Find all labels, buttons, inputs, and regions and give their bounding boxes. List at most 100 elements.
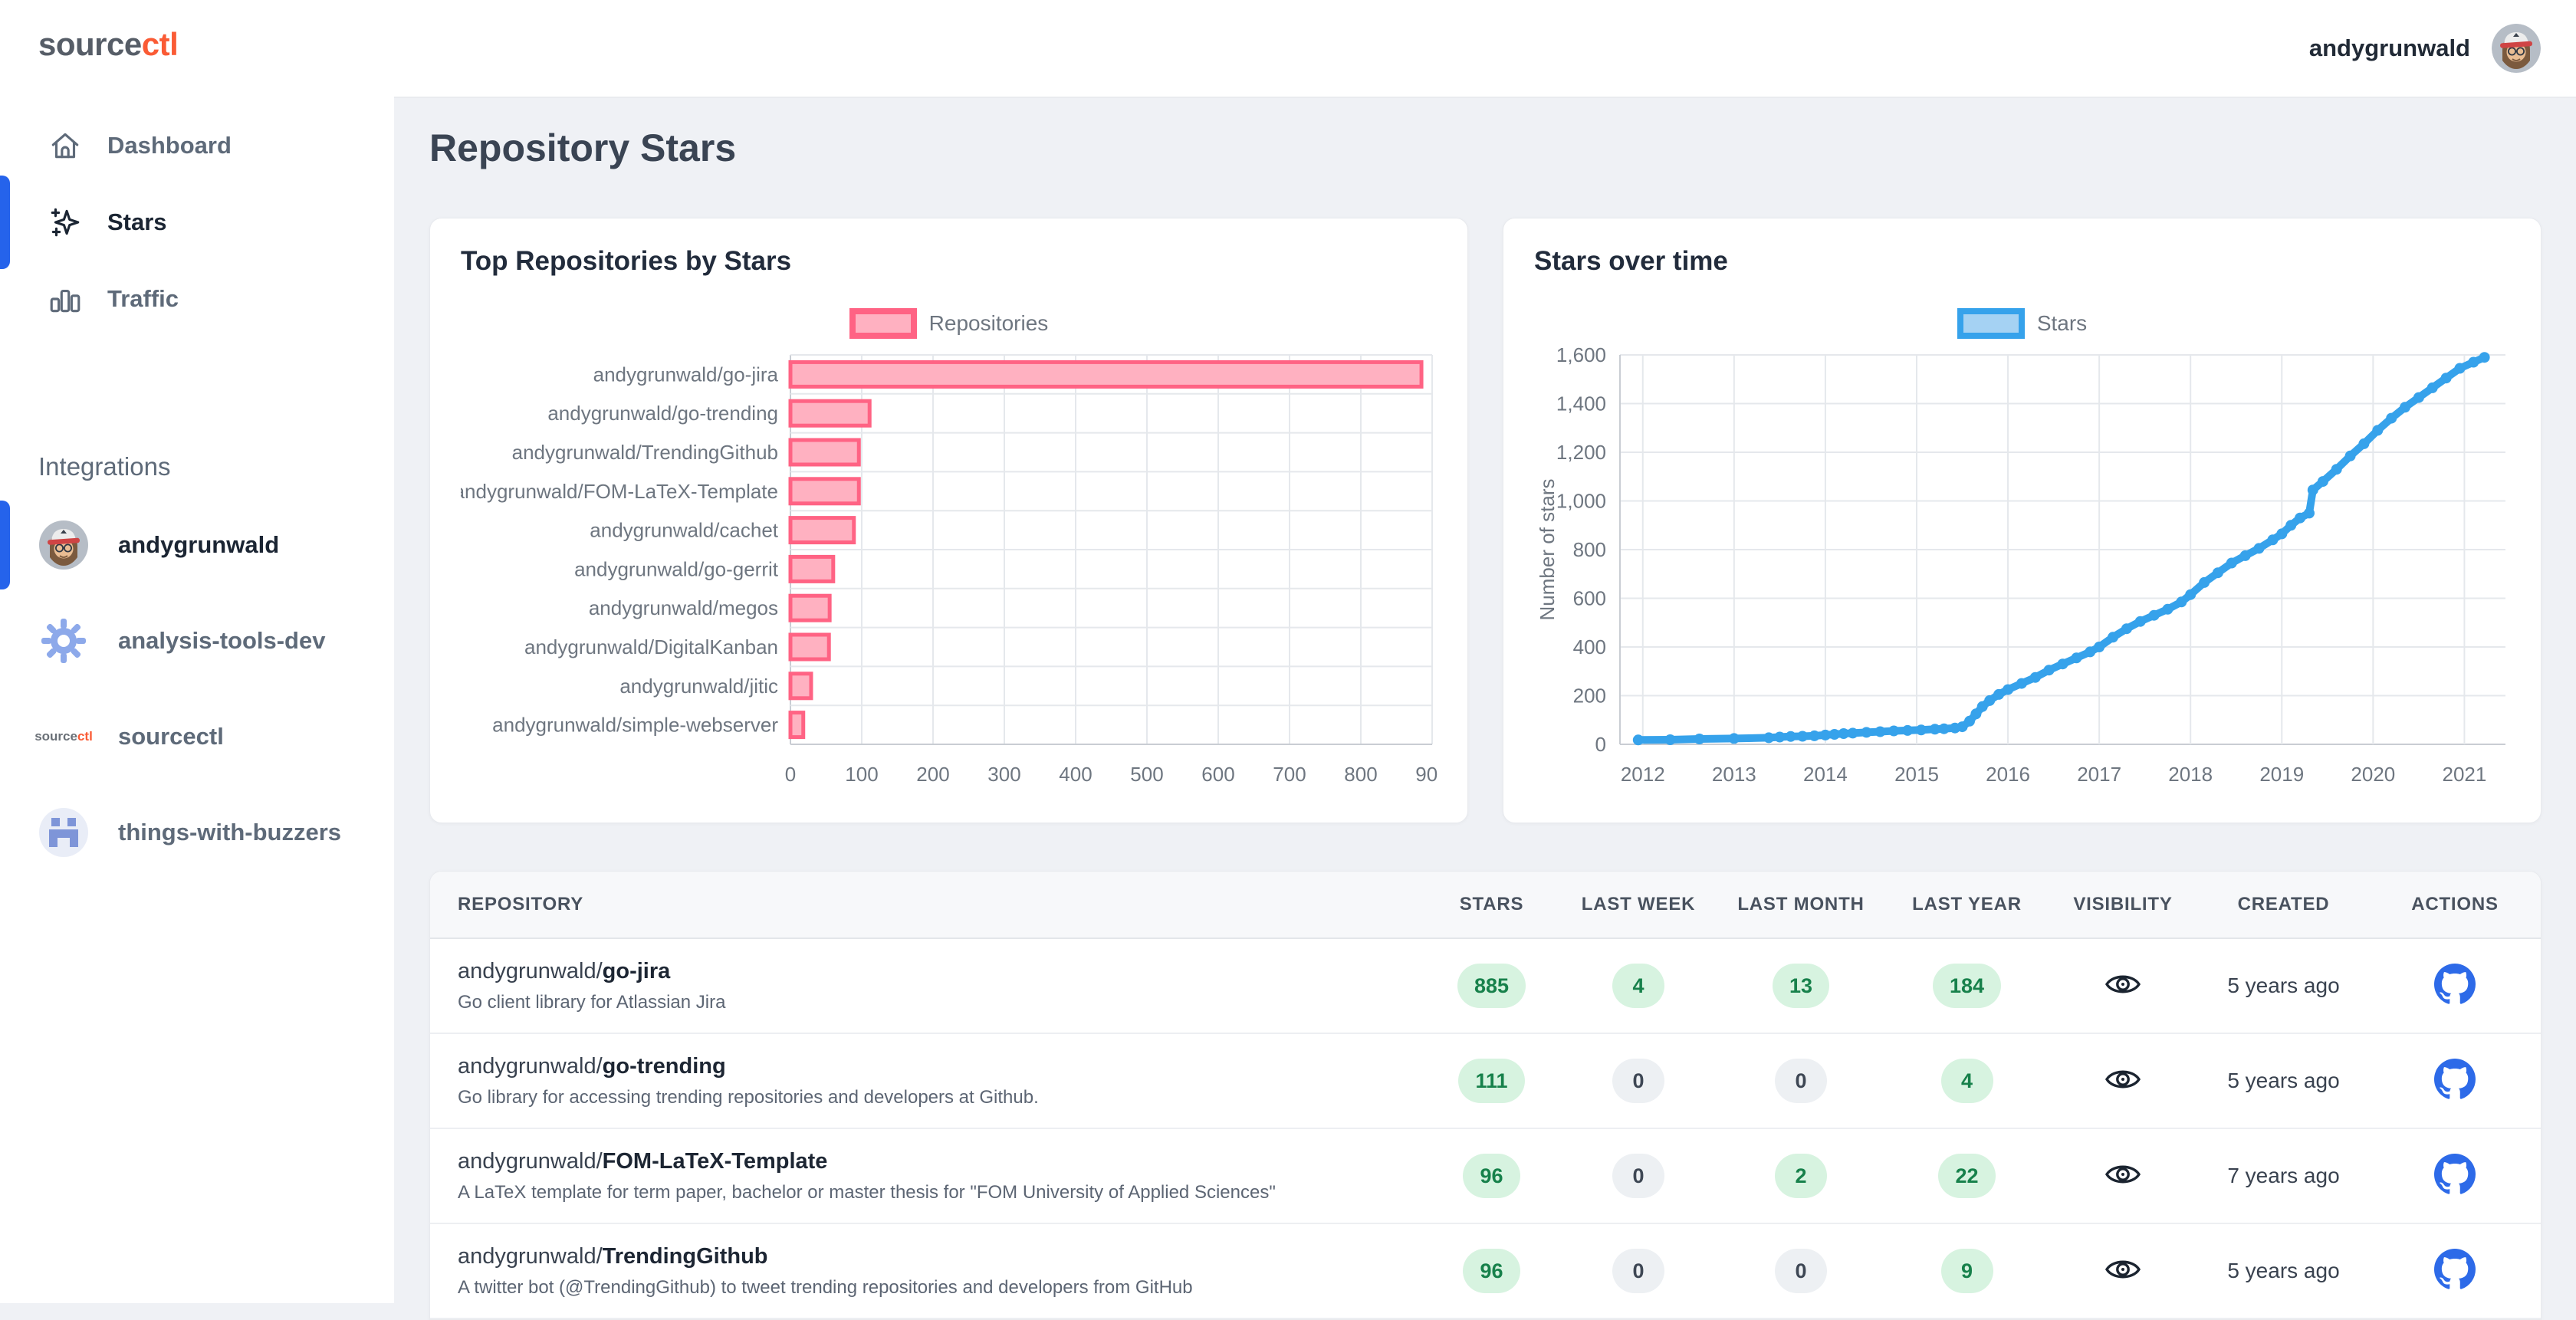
- line-point[interactable]: [2162, 604, 2173, 615]
- line-point[interactable]: [2085, 646, 2095, 657]
- bar-andygrunwald/TrendingGithub[interactable]: [790, 440, 859, 465]
- app-logo[interactable]: sourcectl: [0, 0, 394, 63]
- line-point[interactable]: [2331, 464, 2342, 474]
- eye-icon[interactable]: [2104, 1251, 2141, 1288]
- line-point[interactable]: [1665, 734, 1676, 745]
- eye-icon[interactable]: [2104, 966, 2141, 1003]
- line-point[interactable]: [2121, 623, 2132, 634]
- line-chart-legend[interactable]: Stars: [1534, 307, 2510, 340]
- line-point[interactable]: [2304, 507, 2315, 518]
- bar-andygrunwald/megos[interactable]: [790, 596, 830, 620]
- eye-icon[interactable]: [2104, 1156, 2141, 1193]
- line-point[interactable]: [2135, 616, 2146, 627]
- line-point[interactable]: [2276, 528, 2287, 539]
- github-icon[interactable]: [2434, 964, 2476, 1005]
- eye-icon[interactable]: [2104, 1061, 2141, 1098]
- line-point[interactable]: [2254, 543, 2265, 553]
- line-point[interactable]: [2400, 402, 2410, 412]
- line-point[interactable]: [1729, 733, 1740, 744]
- svg-text:300: 300: [987, 763, 1020, 786]
- integration-item-things-with-buzzers[interactable]: things-with-buzzers: [0, 784, 394, 880]
- username[interactable]: andygrunwald: [2309, 34, 2470, 62]
- line-point[interactable]: [2285, 520, 2296, 530]
- line-point[interactable]: [2003, 685, 2013, 695]
- line-point[interactable]: [2386, 413, 2397, 424]
- line-point[interactable]: [1838, 728, 1849, 739]
- line-point[interactable]: [1984, 695, 1995, 706]
- bar-andygrunwald/jitic[interactable]: [790, 674, 811, 698]
- bar-chart-legend[interactable]: Repositories: [461, 307, 1437, 340]
- repository-name-link[interactable]: FOM-LaTeX-Template: [603, 1149, 828, 1174]
- github-icon[interactable]: [2434, 1059, 2476, 1100]
- line-point[interactable]: [1902, 725, 1913, 736]
- bar-andygrunwald/cachet[interactable]: [790, 518, 854, 543]
- line-point[interactable]: [1820, 730, 1831, 740]
- line-point[interactable]: [1888, 726, 1899, 737]
- line-point[interactable]: [2016, 678, 2027, 689]
- line-point[interactable]: [1694, 734, 1705, 744]
- line-point[interactable]: [1993, 689, 2004, 700]
- line-point[interactable]: [1786, 731, 1796, 742]
- bar-andygrunwald/DigitalKanban[interactable]: [790, 635, 829, 659]
- line-point[interactable]: [2176, 596, 2187, 607]
- line-point[interactable]: [1930, 724, 1940, 734]
- integration-item-analysis-tools-dev[interactable]: analysis-tools-dev: [0, 593, 394, 688]
- user-avatar[interactable]: [2492, 24, 2541, 73]
- line-point[interactable]: [2468, 357, 2479, 368]
- line-point[interactable]: [2044, 665, 2055, 675]
- stars-line-series[interactable]: [1638, 357, 2485, 740]
- line-point[interactable]: [1939, 724, 1950, 734]
- bar-andygrunwald/FOM-LaTeX-Template[interactable]: [790, 479, 859, 504]
- line-point[interactable]: [2213, 567, 2223, 578]
- integration-item-sourcectl[interactable]: sourcectlsourcectl: [0, 688, 394, 784]
- user-avatar: [38, 520, 89, 570]
- bar-andygrunwald/go-gerrit[interactable]: [790, 557, 833, 581]
- line-point[interactable]: [2295, 513, 2305, 524]
- line-point[interactable]: [1848, 727, 1858, 738]
- line-point[interactable]: [2413, 392, 2424, 403]
- line-point[interactable]: [1774, 732, 1785, 743]
- integration-item-andygrunwald[interactable]: andygrunwald: [0, 497, 394, 593]
- line-point[interactable]: [2094, 642, 2104, 652]
- line-point[interactable]: [1797, 731, 1808, 742]
- line-point[interactable]: [2455, 363, 2466, 374]
- line-point[interactable]: [1809, 731, 1820, 741]
- line-point[interactable]: [2030, 672, 2041, 683]
- github-icon[interactable]: [2434, 1249, 2476, 1290]
- repository-name-link[interactable]: TrendingGithub: [603, 1244, 768, 1269]
- bar-chart[interactable]: 0100200300400500600700800900andygrunwald…: [461, 346, 1438, 806]
- line-point[interactable]: [1829, 729, 1840, 740]
- line-point[interactable]: [2308, 484, 2318, 495]
- line-point[interactable]: [2427, 383, 2438, 393]
- line-point[interactable]: [2058, 658, 2068, 669]
- line-point[interactable]: [2149, 610, 2160, 621]
- line-chart[interactable]: 02004006008001,0001,2001,4001,6002012201…: [1534, 346, 2512, 806]
- line-point[interactable]: [2358, 438, 2369, 449]
- repository-name-link[interactable]: go-jira: [603, 959, 671, 983]
- line-point[interactable]: [2240, 550, 2251, 561]
- line-point[interactable]: [2071, 652, 2082, 663]
- line-point[interactable]: [2199, 577, 2210, 588]
- line-point[interactable]: [2108, 632, 2118, 642]
- line-point[interactable]: [2441, 373, 2452, 383]
- line-point[interactable]: [2185, 589, 2196, 600]
- sidebar-item-stars[interactable]: Stars: [0, 184, 394, 261]
- line-point[interactable]: [1916, 724, 1927, 735]
- line-point[interactable]: [2372, 425, 2383, 435]
- line-point[interactable]: [2479, 352, 2490, 363]
- bar-andygrunwald/go-trending[interactable]: [790, 401, 869, 425]
- sidebar-item-traffic[interactable]: Traffic: [0, 261, 394, 337]
- line-point[interactable]: [2267, 534, 2278, 545]
- line-point[interactable]: [1633, 734, 1644, 745]
- github-icon[interactable]: [2434, 1154, 2476, 1195]
- bar-andygrunwald/simple-webserver[interactable]: [790, 713, 803, 737]
- line-point[interactable]: [1861, 727, 1872, 737]
- bar-andygrunwald/go-jira[interactable]: [790, 362, 1421, 386]
- repository-name-link[interactable]: go-trending: [603, 1054, 726, 1079]
- line-point[interactable]: [2226, 558, 2237, 569]
- sidebar-item-dashboard[interactable]: Dashboard: [0, 107, 394, 184]
- line-point[interactable]: [1875, 727, 1885, 737]
- line-point[interactable]: [2345, 451, 2356, 461]
- line-point[interactable]: [1763, 732, 1774, 743]
- line-point[interactable]: [2318, 476, 2328, 487]
